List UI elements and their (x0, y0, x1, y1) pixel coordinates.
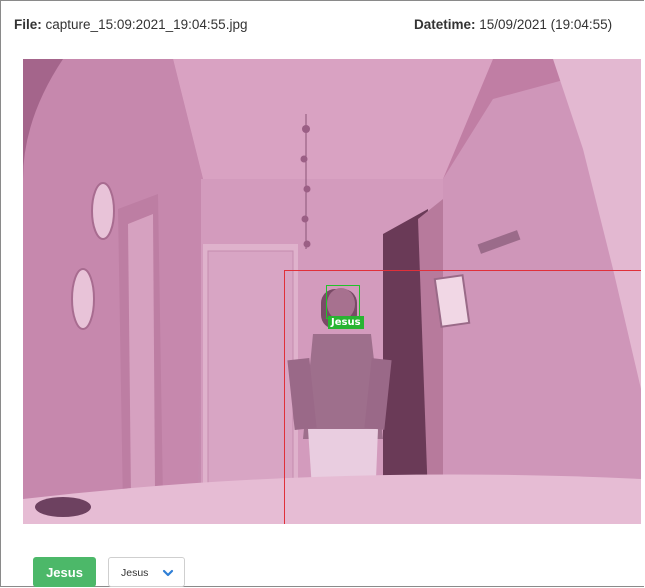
file-info: File: capture_15:09:2021_19:04:55.jpg (14, 17, 247, 32)
face-detection-box (326, 285, 360, 319)
confirm-name-button[interactable]: Jesus (33, 557, 96, 587)
name-select[interactable]: Jesus (108, 557, 185, 587)
label-controls: Jesus Jesus (1, 541, 645, 588)
capture-header: File: capture_15:09:2021_19:04:55.jpg Da… (1, 1, 645, 41)
capture-card: File: capture_15:09:2021_19:04:55.jpg Da… (0, 0, 644, 587)
chevron-down-icon (162, 566, 174, 578)
datetime-label: Datetime: (414, 17, 476, 32)
file-name: capture_15:09:2021_19:04:55.jpg (45, 17, 248, 32)
file-label: File: (14, 17, 42, 32)
name-select-value: Jesus (121, 567, 149, 579)
face-label: Jesus (328, 316, 364, 329)
datetime-info: Datetime: 15/09/2021 (19:04:55) (414, 17, 612, 32)
capture-image: Jesus (23, 59, 641, 524)
datetime-value: 15/09/2021 (19:04:55) (479, 17, 613, 32)
